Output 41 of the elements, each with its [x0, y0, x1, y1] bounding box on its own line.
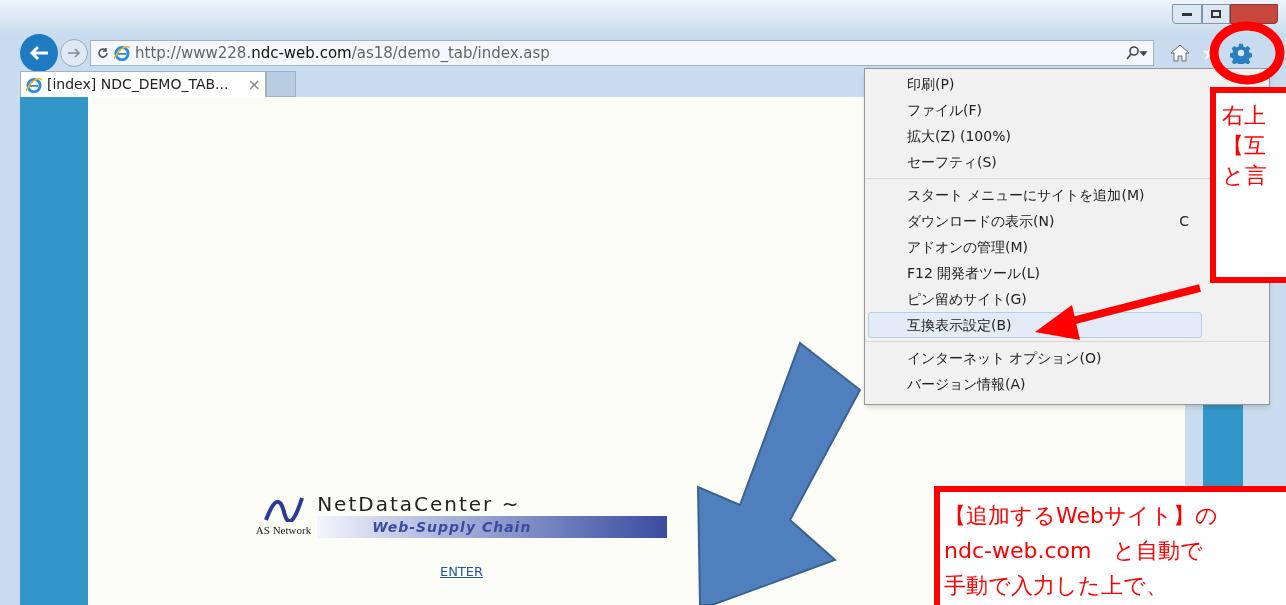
menu-item[interactable]: ダウンロードの表示(N) C	[868, 208, 1202, 234]
url-text: http://www228.ndc-web.com/as18/demo_tab/index.asp	[135, 42, 550, 64]
logo-tagline: Web-Supply Chain	[317, 516, 668, 538]
ie-logo-icon	[25, 75, 43, 94]
menu-item[interactable]: ファイル(F)	[868, 97, 1202, 123]
forward-arrow-icon	[67, 47, 81, 59]
menu-item[interactable]: スタート メニューにサイトを追加(M)	[868, 182, 1202, 208]
maximize-button[interactable]	[1202, 4, 1230, 24]
annotation-text: と言	[1222, 162, 1268, 190]
settings-icon[interactable]	[1230, 42, 1252, 64]
annotation-text: 【追加するWebサイト】の	[944, 502, 1219, 530]
ie-logo-icon	[113, 44, 131, 62]
browser-tab[interactable]: [index] NDC_DEMO_TAB... ×	[20, 71, 266, 97]
menu-item[interactable]: アドオンの管理(M)	[868, 234, 1202, 260]
menu-item[interactable]: セーフティ(S)	[868, 149, 1202, 175]
menu-item[interactable]: バージョン情報(A)	[868, 371, 1202, 397]
menu-item[interactable]: ピン留めサイト(G)	[868, 286, 1202, 312]
menu-item[interactable]: インターネット オプション(O)	[868, 345, 1202, 371]
annotation-text: 【互	[1222, 132, 1267, 160]
annotation-text: ndc-web.com と自動で	[944, 537, 1205, 565]
back-button[interactable]	[20, 34, 58, 72]
menu-item[interactable]: F12 開発者ツール(L)	[868, 260, 1202, 286]
refresh-icon	[97, 47, 109, 59]
maximize-icon	[1211, 10, 1221, 18]
menu-item[interactable]: 拡大(Z) (100%)	[868, 123, 1202, 149]
logo-title: NetDataCenter ~	[317, 492, 522, 516]
home-icon[interactable]	[1170, 44, 1190, 62]
search-icon	[1125, 46, 1147, 60]
address-bar[interactable]: http://www228.ndc-web.com/as18/demo_tab/index.asp	[90, 40, 1154, 66]
annotation-text: 手動で入力した上で、	[944, 572, 1169, 600]
annotation-text: 右上	[1222, 102, 1267, 130]
minimize-icon	[1182, 12, 1192, 16]
menu-shortcut: C	[1179, 211, 1189, 231]
forward-button[interactable]	[60, 39, 88, 67]
minimize-button[interactable]	[1172, 4, 1202, 24]
menu-item[interactable]: 印刷(P)	[868, 71, 1202, 97]
company-name: AS Network	[255, 522, 312, 538]
back-arrow-icon	[29, 45, 49, 61]
enter-link[interactable]: ENTER	[439, 562, 484, 582]
tab-close-button[interactable]: ×	[247, 72, 261, 97]
tab-title: [index] NDC_DEMO_TAB...	[47, 75, 229, 94]
